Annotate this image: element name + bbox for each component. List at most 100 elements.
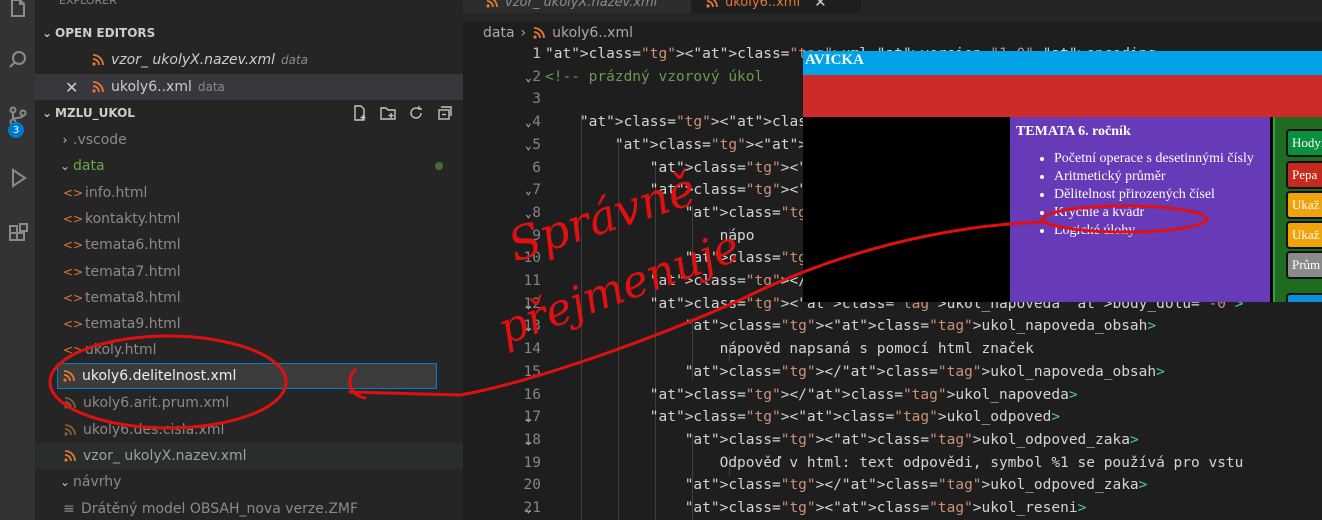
new-folder-icon[interactable] xyxy=(379,104,397,122)
preview-topic[interactable]: Početní operace s desetinnými čísly xyxy=(1054,150,1264,168)
workspace-header[interactable]: ⌄ MZLU_UKOL xyxy=(35,100,463,126)
preview-button[interactable]: Ukaž xyxy=(1286,221,1322,249)
chevron-down-icon: ⌄ xyxy=(59,475,71,489)
html-file-icon: <> xyxy=(63,317,84,331)
preview-side-panel: Hodyi Pepa Ukaž Ukaž Prům xyxy=(1273,117,1322,302)
fold-chevron-icon[interactable]: ⌄ xyxy=(525,298,532,311)
open-editors-header[interactable]: ⌄ OPEN EDITORS xyxy=(35,20,463,46)
collapse-all-icon[interactable] xyxy=(435,104,453,122)
html-file-icon: <> xyxy=(63,265,84,279)
source-control-badge: 3 xyxy=(8,122,24,138)
tree-item[interactable]: <> ukoly.html xyxy=(35,337,463,363)
fold-chevron-icon[interactable]: ⌄ xyxy=(525,184,532,197)
tree-item[interactable]: <> temata9.html xyxy=(35,311,463,337)
preview-topic[interactable]: Krychle a kvádr xyxy=(1054,204,1264,222)
tree-item[interactable]: <> temata7.html xyxy=(35,259,463,285)
preview-button[interactable]: Pepa xyxy=(1286,161,1322,189)
code-line: <!-- prázdný vzorový úkol xyxy=(545,68,764,85)
tree-item[interactable]: ukoly6.arit.prum.xml xyxy=(35,390,463,416)
chevron-down-icon: ⌄ xyxy=(41,26,53,40)
tab-label: ukoly6..xml xyxy=(725,0,801,10)
code-line: "at">class="tg"><"at">class="tag">ukol_r… xyxy=(684,500,1087,516)
close-icon[interactable]: ✕ xyxy=(65,78,91,97)
tree-item[interactable]: <> info.html xyxy=(35,180,463,206)
fold-chevron-icon[interactable]: ⌄ xyxy=(525,139,532,152)
line-number: 19 xyxy=(523,454,541,471)
fold-chevron-icon[interactable]: ⌄ xyxy=(525,411,532,424)
preview-button-partial[interactable] xyxy=(1286,293,1322,302)
new-file-icon[interactable] xyxy=(351,104,369,122)
preview-topics-list: Početní operace s desetinnými čísly Arit… xyxy=(1054,150,1264,240)
code-line: "at">class="tg"></"at">class="tag">ukol_… xyxy=(684,477,1148,494)
code-line: Odpověď v html: text odpovědi, symbol %1… xyxy=(545,454,1244,471)
preview-topic[interactable]: Dělitelnost přirozených čísel xyxy=(1054,186,1264,204)
code-line: "at">class="tg"><"at">class="tag">ukol_o… xyxy=(649,409,1061,426)
open-editor-item-active[interactable]: ✕ ukoly6..xml data xyxy=(35,74,463,100)
tree-item[interactable]: <> temata6.html xyxy=(35,232,463,258)
tree-item[interactable]: ≡ Drátěný model OBSAH_nova verze.ZMF xyxy=(35,496,463,520)
fold-chevron-icon[interactable]: ⌄ xyxy=(525,320,532,333)
preview-button[interactable]: Ukaž xyxy=(1286,191,1322,219)
tab-vzor[interactable]: vzor_ ukolyX.nazev.xml xyxy=(463,0,691,13)
activity-bar: 3 xyxy=(0,0,35,520)
search-icon[interactable] xyxy=(0,40,35,80)
tree-item[interactable]: <> kontakty.html xyxy=(35,206,463,232)
run-debug-icon[interactable] xyxy=(0,158,35,198)
preview-topic[interactable]: Aritmetický průměr xyxy=(1054,168,1264,186)
tree-folder-data[interactable]: ⌄ data xyxy=(35,153,463,179)
preview-topic[interactable]: Logické úlohy xyxy=(1054,222,1264,240)
tree-item-label: temata7.html xyxy=(85,264,181,280)
fold-chevron-icon[interactable]: ⌄ xyxy=(525,207,532,220)
explorer-toolbar xyxy=(351,100,453,126)
code-line: "at">class="tg"></"at">class="tag">ukol_… xyxy=(684,363,1165,380)
breadcrumb: data › ukoly6..xml xyxy=(463,22,1322,44)
tree-item-label: .vscode xyxy=(73,132,127,148)
open-editor-item[interactable]: vzor_ ukolyX.nazev.xml data xyxy=(35,47,463,73)
preview-button[interactable]: Hodyi xyxy=(1286,129,1322,157)
close-icon[interactable]: ✕ xyxy=(814,0,827,11)
chevron-right-icon: › xyxy=(520,25,527,41)
refresh-icon[interactable] xyxy=(407,104,425,122)
tree-item-label: ukoly.html xyxy=(85,342,157,358)
tree-item-label: Drátěný model OBSAH_nova verze.ZMF xyxy=(81,501,359,517)
line-number: 10 xyxy=(523,250,541,267)
line-number: 9 xyxy=(532,227,541,244)
rss-file-icon xyxy=(91,80,105,94)
code-line: nápo xyxy=(545,227,755,244)
fold-chevron-icon[interactable]: ⌄ xyxy=(525,116,532,129)
tree-folder-navrhy[interactable]: ⌄ návrhy xyxy=(35,469,463,495)
preview-topics-panel: TEMATA 6. ročník Početní operace s deset… xyxy=(1010,117,1270,302)
preview-button[interactable]: Prům xyxy=(1286,251,1322,279)
rename-input[interactable]: ukoly6.delitelnost.xml xyxy=(57,363,437,389)
tree-item[interactable]: › .vscode xyxy=(35,127,463,153)
open-editor-folder: data xyxy=(281,53,309,67)
line-number: 11 xyxy=(523,273,541,289)
tree-item[interactable]: ukoly6.des.cisla.xml xyxy=(35,417,463,443)
preview-topics-title: TEMATA 6. ročník xyxy=(1016,124,1131,139)
html-file-icon: <> xyxy=(63,343,84,357)
tree-item-label: info.html xyxy=(85,185,148,201)
explorer-icon[interactable] xyxy=(0,0,35,28)
line-number: 15 xyxy=(523,363,541,380)
tab-ukoly6[interactable]: ukoly6..xml ✕ xyxy=(691,0,861,13)
text-file-icon: ≡ xyxy=(63,501,75,517)
rss-file-icon xyxy=(62,369,76,383)
extensions-icon[interactable] xyxy=(0,214,35,254)
open-editor-name: ukoly6..xml xyxy=(111,79,192,95)
fold-chevron-icon[interactable]: ⌄ xyxy=(525,434,532,447)
tree-item[interactable]: <> temata8.html xyxy=(35,285,463,311)
code-line: nápověd napsaná s pomocí html značek xyxy=(545,341,1034,358)
html-file-icon: <> xyxy=(63,291,84,305)
preview-red-band xyxy=(803,75,1322,117)
fold-chevron-icon[interactable]: ⌄ xyxy=(525,502,532,515)
breadcrumb-folder[interactable]: data xyxy=(483,25,515,41)
open-editors-label: OPEN EDITORS xyxy=(55,26,156,40)
breadcrumb-file[interactable]: ukoly6..xml xyxy=(552,25,633,41)
line-number: 20 xyxy=(523,477,541,494)
tree-item-label: ukoly6.arit.prum.xml xyxy=(83,395,230,411)
fold-chevron-icon[interactable]: ⌄ xyxy=(525,71,532,84)
line-number: 14 xyxy=(523,341,541,358)
rss-file-icon xyxy=(63,396,77,410)
open-editor-folder: data xyxy=(197,80,225,94)
tree-item[interactable]: vzor_ ukolyX.nazev.xml xyxy=(35,443,463,469)
